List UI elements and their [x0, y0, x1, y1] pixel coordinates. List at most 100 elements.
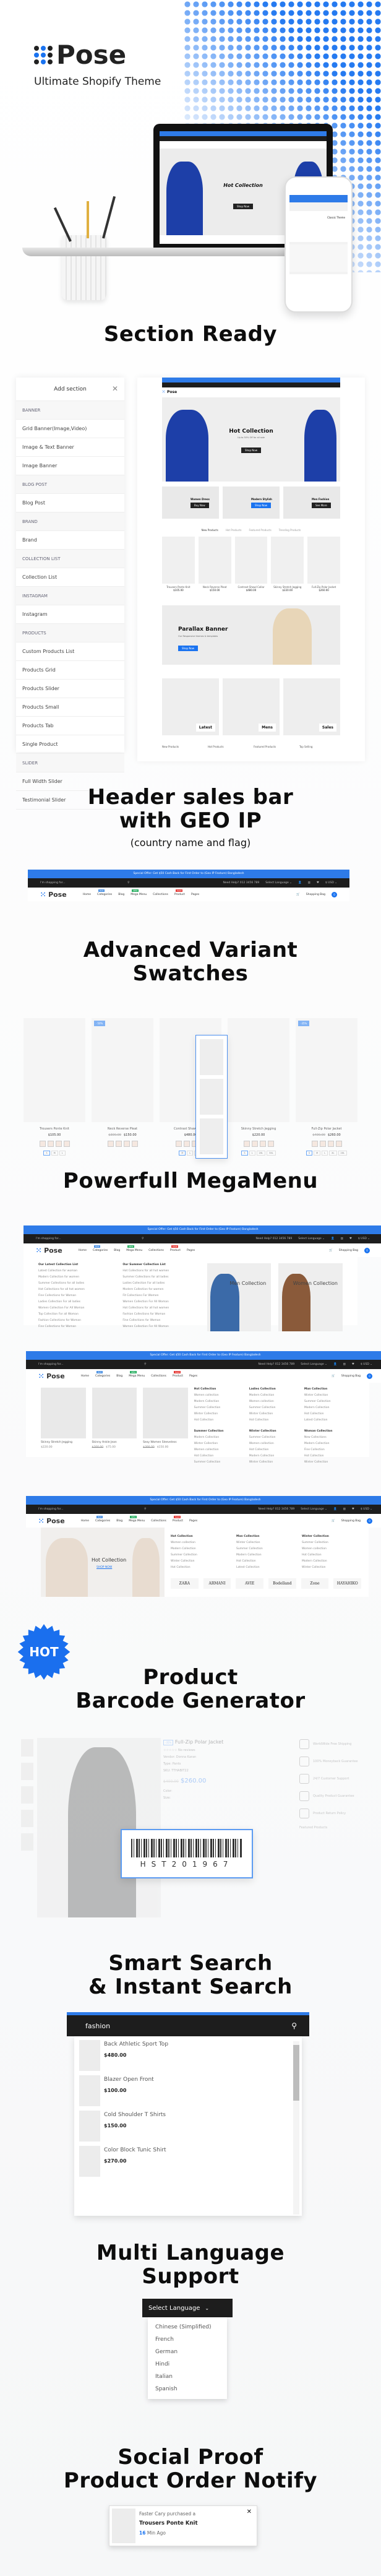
heart-icon[interactable]: ♥ — [352, 1363, 354, 1366]
color-swatch[interactable] — [123, 1141, 130, 1147]
search-icon[interactable]: ⚲ — [144, 1363, 146, 1366]
section-option[interactable]: Products Tab — [16, 717, 124, 735]
size-option[interactable]: 2XL — [338, 1151, 348, 1156]
size-option[interactable]: M — [51, 1151, 58, 1156]
menu-link[interactable]: Hot Collection — [249, 1448, 299, 1451]
menu-link[interactable]: Modern Collection for women — [38, 1276, 115, 1279]
menu-link[interactable]: Modern Collection — [194, 1436, 244, 1439]
nav-item[interactable]: Blog — [114, 1249, 120, 1252]
variant-product-card[interactable]: -50% Neck Reverse Pleat $300.00 $150.00 — [92, 1018, 153, 1156]
menu-link[interactable]: Hot Collection — [249, 1419, 299, 1422]
section-option[interactable]: Image & Text Banner — [16, 438, 124, 457]
product-card[interactable]: Full-Zip Polar Jacket $260.00 — [307, 537, 340, 592]
menu-link[interactable]: Modern Collection for women — [122, 1288, 199, 1291]
section-option[interactable]: Products Small — [16, 698, 124, 717]
parallax-shop-now-button[interactable]: Shop Now — [178, 646, 199, 651]
size-option[interactable]: S — [43, 1151, 50, 1156]
nav-item[interactable]: Home — [79, 1249, 87, 1252]
menu-link[interactable]: Latest Collection for woman — [38, 1269, 115, 1273]
brand-logo[interactable]: Bodelland — [268, 1578, 296, 1589]
menu-link[interactable]: Modern Collection — [249, 1454, 299, 1458]
search-icon[interactable]: ⚲ — [142, 1237, 143, 1240]
size-option[interactable]: 2XL — [256, 1151, 266, 1156]
color-swatch[interactable] — [259, 1141, 266, 1147]
search-result[interactable]: Blazer Open Front $100.00 — [79, 2075, 292, 2111]
nav-item[interactable]: Pages — [191, 893, 199, 896]
menu-product[interactable]: Sexy Women Sleeveless $300.00 $150.00 — [143, 1388, 188, 1467]
menu-link[interactable]: Summer Collection — [302, 1541, 361, 1544]
menu-link[interactable]: Summer Collection — [171, 1554, 230, 1557]
close-icon[interactable]: ✕ — [112, 384, 118, 393]
product-card[interactable]: Contrast Shawl Collar $480.00 — [234, 537, 268, 592]
nav-item[interactable]: Categories HOT — [97, 889, 112, 896]
category-tile[interactable]: Latest — [162, 678, 219, 735]
promo-banner-button[interactable]: See More — [312, 503, 331, 508]
nav-item[interactable]: Pages — [189, 1375, 197, 1378]
menu-link[interactable]: Women collection — [194, 1448, 244, 1451]
menu-link[interactable]: New Collections — [304, 1436, 354, 1439]
size-option[interactable]: L — [249, 1151, 255, 1156]
women-collection-image[interactable]: Women Collection — [278, 1263, 343, 1331]
cart-icon[interactable]: 🛒 — [332, 1375, 335, 1378]
nav-item[interactable]: Categories HOT — [93, 1245, 108, 1252]
section-option[interactable]: Products Grid — [16, 661, 124, 680]
currency-select[interactable]: $ USD ⌄ — [361, 1508, 372, 1511]
nav-item[interactable]: Product SALE — [173, 1370, 183, 1378]
menu-link[interactable]: Summer Collection — [194, 1461, 244, 1464]
menu-link[interactable]: Hot Collection — [236, 1560, 296, 1563]
section-option[interactable]: Collection List — [16, 568, 124, 587]
nav-item[interactable]: Product SALE — [170, 1245, 181, 1252]
language-option[interactable]: Italian — [155, 2371, 220, 2383]
menu-link[interactable]: Winter Collection — [304, 1461, 354, 1464]
menu-link[interactable]: Fine Collections for Woman — [38, 1325, 115, 1328]
menu-link[interactable]: Winter Collection — [171, 1560, 230, 1563]
promo-banner[interactable]: Men Fashion See More — [283, 486, 340, 519]
section-option[interactable]: Blog Post — [16, 494, 124, 512]
menu-link[interactable]: Winter Collection — [302, 1566, 361, 1569]
shop-now-link[interactable]: SHOP NOW — [96, 1566, 112, 1569]
nav-item[interactable]: Home — [81, 1519, 89, 1523]
search-placeholder[interactable]: I'm shopping for... — [40, 881, 121, 884]
size-option[interactable]: S — [241, 1151, 248, 1156]
pose-logo[interactable]: ⁙ Pose — [40, 891, 67, 899]
heart-icon[interactable]: ♥ — [352, 1508, 354, 1511]
menu-link[interactable]: Winter Collection — [236, 1541, 296, 1544]
language-option[interactable]: German — [155, 2346, 220, 2358]
compare-icon[interactable]: ▥ — [341, 1237, 343, 1240]
product-card[interactable]: Trousers Ponte Knit $105.00 — [162, 537, 195, 592]
color-swatch[interactable] — [267, 1141, 274, 1147]
color-swatch[interactable] — [175, 1141, 182, 1147]
menu-link[interactable]: Summer Collection — [236, 1547, 296, 1550]
section-option[interactable]: Instagram — [16, 605, 124, 624]
menu-link[interactable]: Winter Collection — [304, 1394, 354, 1397]
menu-link[interactable]: Ladies Collection For all ladies — [38, 1300, 115, 1303]
nav-item[interactable]: Blog — [116, 1375, 122, 1378]
menu-link[interactable]: Winter Collection — [249, 1461, 299, 1464]
shopping-bag-label[interactable]: Shopping Bag — [306, 893, 325, 896]
menu-link[interactable]: Ladies Collection For all ladies — [122, 1282, 199, 1285]
color-swatch[interactable] — [327, 1141, 334, 1147]
nav-item[interactable]: Blog — [116, 1519, 122, 1523]
cart-icon[interactable]: 🛒 — [329, 1249, 333, 1252]
section-option[interactable]: Brand — [16, 531, 124, 550]
menu-link[interactable]: Winter Collection — [249, 1412, 299, 1416]
menu-link[interactable]: Fashion Collections for Woman — [122, 1313, 199, 1316]
size-option[interactable]: M — [179, 1151, 186, 1156]
color-swatch[interactable] — [335, 1141, 342, 1147]
close-icon[interactable]: ✕ — [247, 2509, 252, 2515]
nav-item[interactable]: Categories HOT — [95, 1370, 110, 1378]
search-icon[interactable]: ⚲ — [144, 1508, 146, 1511]
menu-link[interactable]: Women Collection For All Woman — [122, 1325, 199, 1328]
nav-item[interactable]: Collections — [151, 1519, 166, 1523]
menu-link[interactable]: Women collection — [249, 1400, 299, 1403]
nav-item[interactable]: Pages — [187, 1249, 195, 1252]
variant-image-option[interactable] — [200, 1039, 223, 1075]
search-placeholder[interactable]: I'm shopping for... — [38, 1363, 138, 1366]
language-option[interactable]: Chinese (Simplified) — [155, 2321, 220, 2333]
menu-link[interactable]: Summer Collection — [304, 1400, 354, 1403]
nav-item[interactable]: Home — [81, 1375, 89, 1378]
color-swatch[interactable] — [319, 1141, 326, 1147]
size-option[interactable]: M — [314, 1151, 321, 1156]
nav-item[interactable]: Product SALE — [173, 1515, 183, 1523]
menu-link[interactable]: Hot Collection — [304, 1454, 354, 1458]
